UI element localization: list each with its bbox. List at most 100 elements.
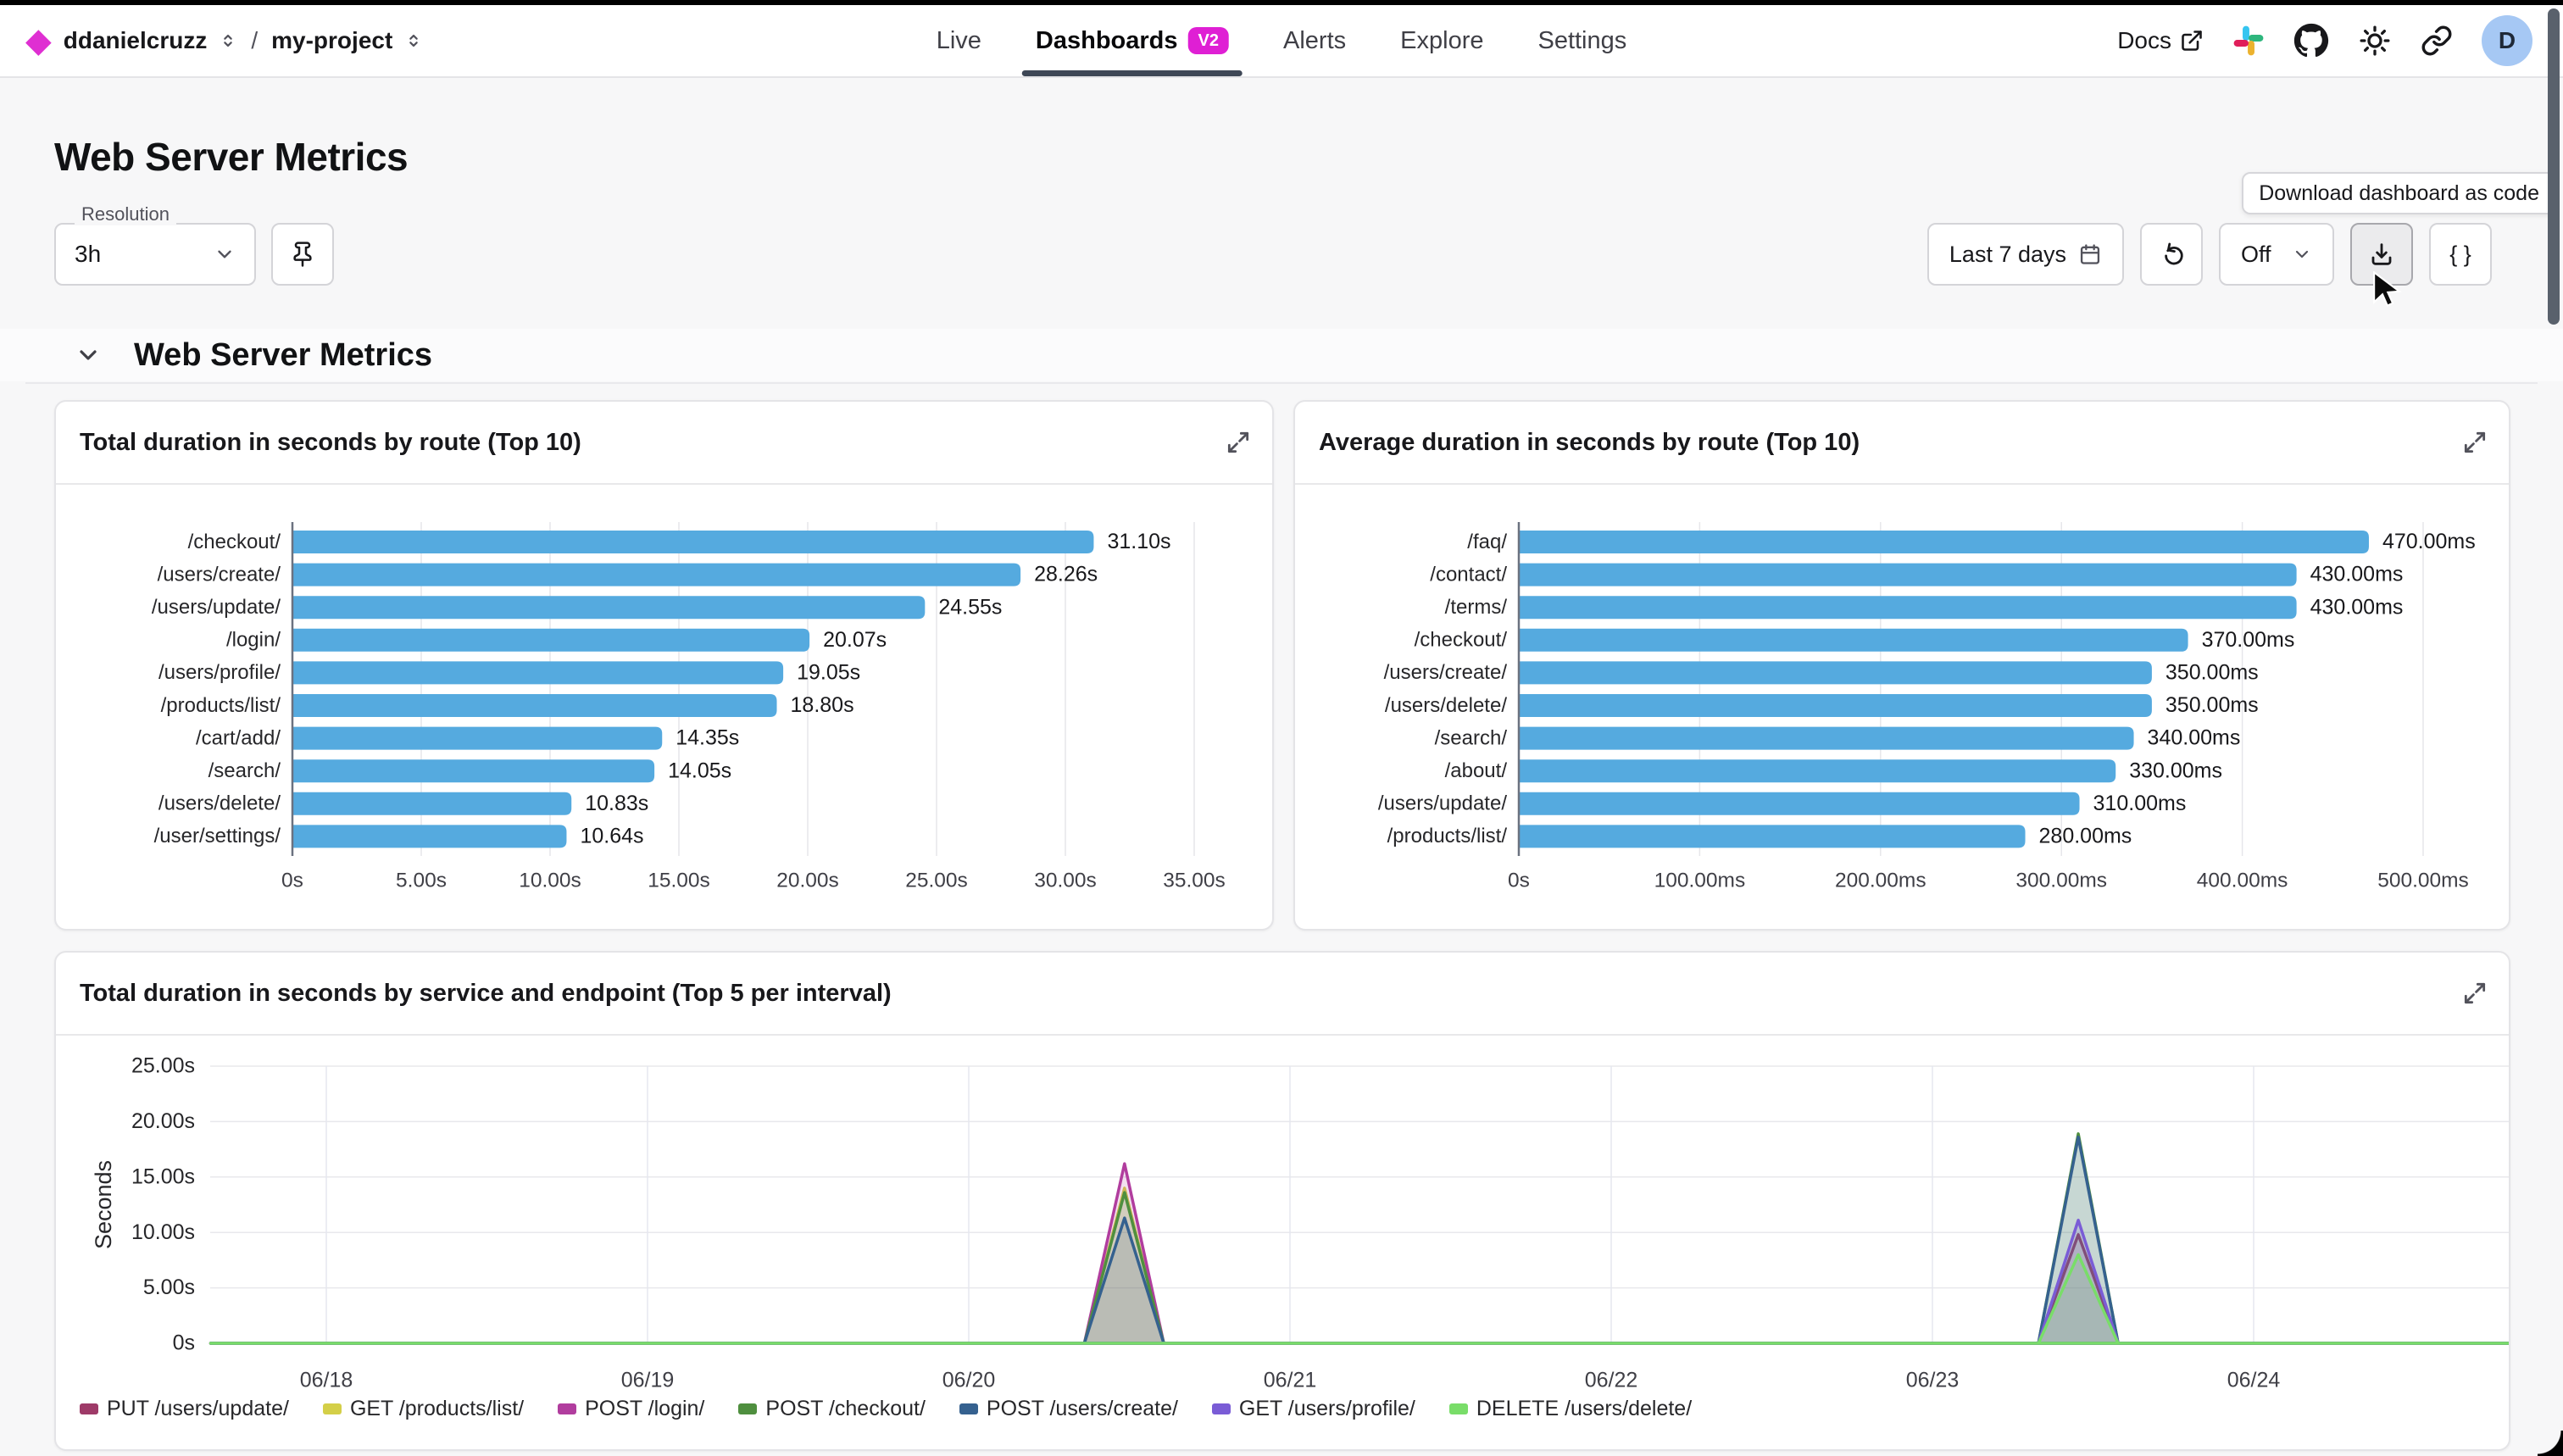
category-label: /search/ <box>208 759 281 782</box>
resolution-value: 3h <box>75 241 101 268</box>
bar[interactable] <box>1519 661 2152 684</box>
bar[interactable] <box>1519 596 2297 619</box>
bar-value-label: 31.10s <box>1107 530 1170 553</box>
legend-item[interactable]: POST /checkout/ <box>738 1397 926 1421</box>
bar-value-label: 280.00ms <box>2039 825 2132 848</box>
dashboard-toolbar: Last 7 days Off { } <box>1927 223 2492 286</box>
tab-dashboards[interactable]: Dashboards V2 <box>1036 5 1229 76</box>
legend-label: POST /users/create/ <box>987 1397 1178 1421</box>
pin-button[interactable] <box>271 223 334 286</box>
code-view-button[interactable]: { } <box>2429 223 2492 286</box>
bar[interactable] <box>1519 629 2188 652</box>
github-icon[interactable] <box>2293 23 2329 58</box>
date-label: 06/22 <box>1585 1369 1638 1392</box>
project-selector[interactable]: my-project <box>271 27 392 54</box>
expand-chart-button[interactable] <box>1225 429 1252 456</box>
series-area[interactable] <box>211 1254 2509 1343</box>
bar[interactable] <box>292 629 809 652</box>
slack-icon[interactable] <box>2232 25 2265 57</box>
refresh-button[interactable] <box>2140 223 2203 286</box>
org-selector[interactable]: ddanielcruzz <box>64 27 208 54</box>
expand-chart-button[interactable] <box>2461 429 2488 456</box>
series-area[interactable] <box>211 1220 2509 1343</box>
category-label: /checkout/ <box>188 531 281 553</box>
x-tick-label: 20.00s <box>776 869 839 892</box>
expand-chart-button[interactable] <box>2461 980 2488 1007</box>
brand-logo-icon[interactable]: ◆ <box>25 24 52 58</box>
x-tick-label: 25.00s <box>905 869 968 892</box>
legend-item[interactable]: PUT /users/update/ <box>80 1397 289 1421</box>
auto-refresh-select[interactable]: Off <box>2219 223 2334 286</box>
category-label: /cart/add/ <box>196 726 281 749</box>
bar[interactable] <box>292 694 777 717</box>
bar-chart-average-duration: 0s100.00ms200.00ms300.00ms400.00ms500.00… <box>1295 486 2509 929</box>
bar[interactable] <box>292 531 1093 553</box>
breadcrumb: ◆ ddanielcruzz / my-project <box>25 5 423 76</box>
series-area[interactable] <box>211 1134 2509 1343</box>
bar-value-label: 350.00ms <box>2165 693 2259 717</box>
chevron-down-icon <box>2292 244 2312 264</box>
legend-swatch <box>558 1403 576 1414</box>
series-area[interactable] <box>211 1188 2509 1343</box>
legend-item[interactable]: POST /users/create/ <box>959 1397 1178 1421</box>
bar[interactable] <box>1519 531 2369 553</box>
bar[interactable] <box>292 792 571 815</box>
time-range-button[interactable]: Last 7 days <box>1927 223 2124 286</box>
series-area[interactable] <box>211 1137 2509 1343</box>
chart-title: Total duration in seconds by service and… <box>80 980 892 1008</box>
category-label: /users/delete/ <box>1385 694 1507 717</box>
bar[interactable] <box>292 661 783 684</box>
category-label: /users/delete/ <box>158 792 281 815</box>
legend-swatch <box>323 1403 342 1414</box>
tab-live[interactable]: Live <box>937 5 981 76</box>
share-link-icon[interactable] <box>2421 25 2453 57</box>
bar[interactable] <box>292 825 566 847</box>
tab-settings[interactable]: Settings <box>1537 5 1626 76</box>
top-navbar: ◆ ddanielcruzz / my-project Live Dashboa… <box>0 5 2563 78</box>
external-link-icon <box>2180 29 2204 53</box>
tab-explore[interactable]: Explore <box>1400 5 1483 76</box>
user-avatar[interactable]: D <box>2482 15 2532 66</box>
series-area[interactable] <box>211 1164 2509 1343</box>
y-tick-label: 20.00s <box>131 1109 195 1133</box>
x-tick-label: 30.00s <box>1034 869 1097 892</box>
legend-item[interactable]: GET /users/profile/ <box>1212 1397 1415 1421</box>
category-label: /faq/ <box>1467 531 1507 553</box>
chart-title: Total duration in seconds by route (Top … <box>80 429 581 457</box>
bar-chart-total-duration: 0s5.00s10.00s15.00s20.00s25.00s30.00s35.… <box>56 486 1272 929</box>
resolution-label: Resolution <box>75 203 176 225</box>
bar[interactable] <box>1519 694 2152 717</box>
category-label: /user/settings/ <box>154 825 281 847</box>
org-selector-chevrons-icon[interactable] <box>219 31 237 50</box>
y-tick-label: 15.00s <box>131 1164 195 1188</box>
x-tick-label: 15.00s <box>648 869 710 892</box>
section-collapse-chevron-icon[interactable] <box>75 342 102 369</box>
y-axis-title: Seconds <box>91 1160 116 1249</box>
legend-item[interactable]: DELETE /users/delete/ <box>1449 1397 1692 1421</box>
bar[interactable] <box>1519 564 2297 586</box>
bar-value-label: 28.26s <box>1034 563 1098 586</box>
series-area[interactable] <box>211 1235 2509 1343</box>
bar[interactable] <box>1519 727 2134 750</box>
bar[interactable] <box>292 727 662 750</box>
section-divider <box>25 382 2538 384</box>
bar[interactable] <box>292 564 1020 586</box>
project-selector-chevrons-icon[interactable] <box>404 31 423 50</box>
chevron-down-icon <box>214 243 236 265</box>
docs-link[interactable]: Docs <box>2117 27 2204 54</box>
bar[interactable] <box>1519 759 2115 782</box>
legend-item[interactable]: GET /products/list/ <box>323 1397 524 1421</box>
legend-item[interactable]: POST /login/ <box>558 1397 704 1421</box>
x-tick-label: 400.00ms <box>2197 869 2288 892</box>
bar[interactable] <box>1519 792 2080 815</box>
bar-value-label: 340.00ms <box>2148 726 2241 750</box>
tab-alerts[interactable]: Alerts <box>1283 5 1346 76</box>
resolution-select[interactable]: 3h <box>54 223 256 286</box>
theme-sun-icon[interactable] <box>2358 24 2392 58</box>
bar[interactable] <box>292 596 925 619</box>
bar-value-label: 19.05s <box>797 661 860 685</box>
scrollbar-thumb[interactable] <box>2548 8 2560 325</box>
bar[interactable] <box>1519 825 2026 847</box>
bar[interactable] <box>292 759 654 782</box>
section-header: Web Server Metrics <box>0 329 2563 381</box>
